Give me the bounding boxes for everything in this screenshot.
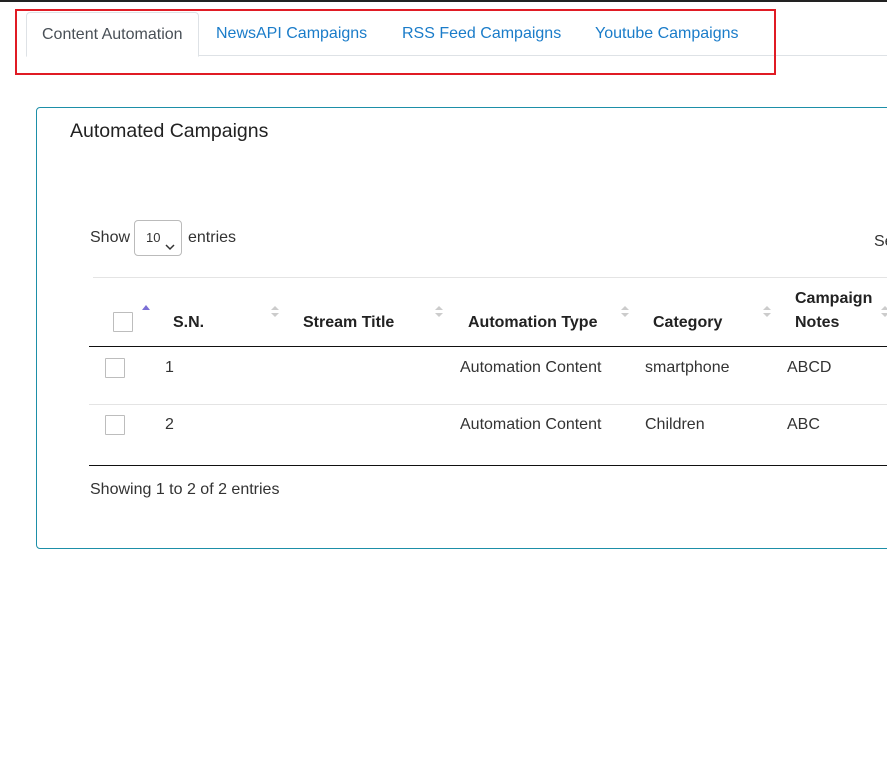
chevron-down-icon (165, 231, 175, 251)
tab-rss-feed-campaigns[interactable]: RSS Feed Campaigns (402, 12, 561, 56)
card-title: Automated Campaigns (70, 120, 269, 142)
table-info: Showing 1 to 2 of 2 entries (90, 481, 280, 498)
sort-both-icon[interactable] (621, 305, 629, 319)
header-category[interactable]: Category (653, 311, 722, 335)
cell-sn: 2 (165, 416, 174, 433)
header-notes-line: Notes (795, 314, 840, 331)
cell-campaign-notes: ABCD (787, 359, 832, 376)
table-bottom-border (89, 465, 887, 466)
cell-automation-type: Automation Content (460, 359, 602, 376)
tab-bar: Content Automation NewsAPI Campaigns RSS… (26, 12, 887, 57)
row-checkbox[interactable] (105, 415, 125, 435)
sort-both-icon[interactable] (435, 305, 443, 319)
header-stream-title[interactable]: Stream Title (303, 311, 394, 335)
header-automation-type[interactable]: Automation Type (468, 311, 597, 335)
cell-category: smartphone (645, 359, 730, 376)
show-label: Show (90, 229, 131, 246)
cell-campaign-notes: ABC (787, 416, 820, 433)
entries-label: entries (188, 229, 237, 246)
sort-both-icon[interactable] (271, 305, 279, 319)
header-campaign-line: Campaign (795, 290, 873, 307)
row-checkbox[interactable] (105, 358, 125, 378)
table-header-border (89, 346, 887, 347)
automated-campaigns-card: Automated Campaigns Show 10 entries Se S… (36, 107, 887, 549)
table-top-border (93, 277, 887, 278)
cell-automation-type: Automation Content (460, 416, 602, 433)
tab-youtube-campaigns[interactable]: Youtube Campaigns (595, 12, 739, 56)
row-divider (89, 404, 887, 405)
sort-both-icon[interactable] (881, 305, 887, 319)
sort-asc-icon[interactable] (142, 304, 150, 318)
header-campaign-notes[interactable]: Campaign Notes (795, 287, 872, 335)
sort-both-icon[interactable] (763, 305, 771, 319)
tab-newsapi-campaigns[interactable]: NewsAPI Campaigns (216, 12, 367, 56)
top-edge-line (0, 0, 887, 2)
cell-category: Children (645, 416, 705, 433)
entries-per-page-select[interactable]: 10 (134, 220, 182, 256)
cell-sn: 1 (165, 359, 174, 376)
tab-content-automation[interactable]: Content Automation (26, 12, 199, 57)
entries-select-value: 10 (146, 230, 161, 245)
header-sn[interactable]: S.N. (173, 311, 204, 335)
select-all-checkbox[interactable] (113, 312, 133, 332)
search-label: Se (874, 233, 887, 250)
